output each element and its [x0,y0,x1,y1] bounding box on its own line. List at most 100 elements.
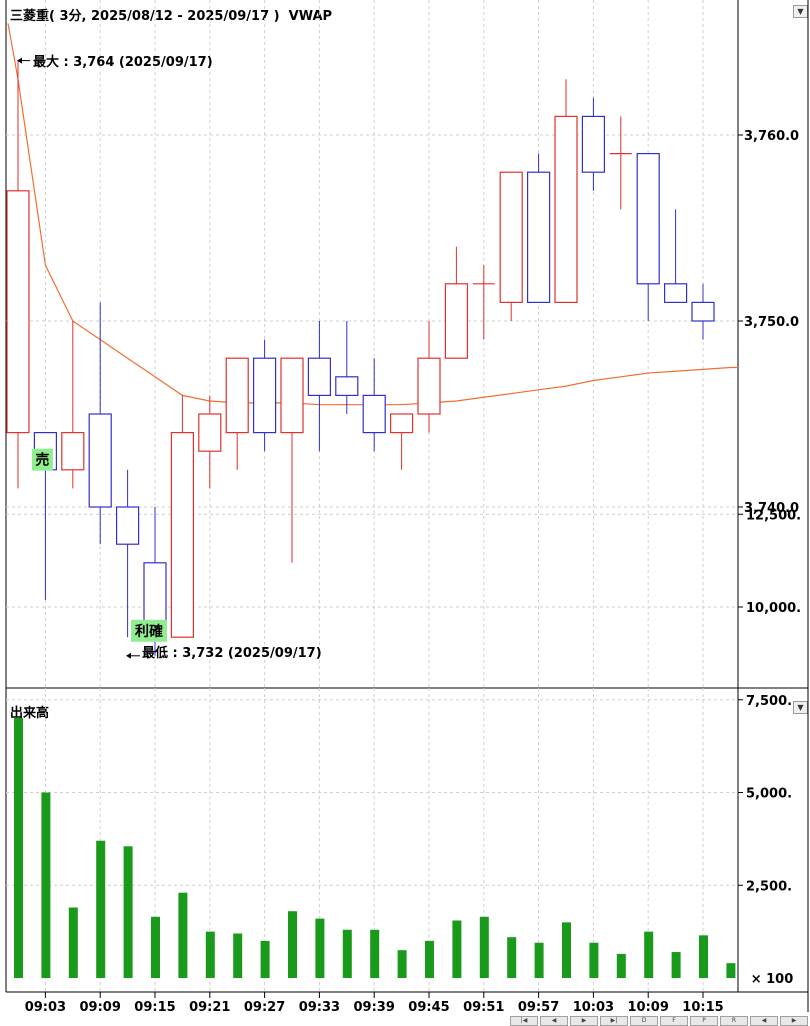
time-tick-label: 09:45 [408,1000,449,1015]
volume-tick-label: 10,000. [746,601,801,616]
candle-body [390,413,414,434]
nav-last-button[interactable]: ▶| [600,1016,628,1026]
time-tick-label: 09:15 [134,1000,175,1015]
time-tick-label: 09:27 [244,1000,285,1015]
chart-navigation-strip[interactable]: |◀ ◀ ▶ ▶| D F P R ◀ ▶ [510,1016,808,1026]
candle-body [499,171,523,303]
candle-up [280,357,304,563]
vwap-line [7,23,738,406]
time-tick-label: 10:09 [628,1000,669,1015]
nav-zoom-out-button[interactable]: ▶ [780,1016,808,1026]
candle-body [225,357,249,434]
candle-up [390,413,414,470]
candle-down [663,209,688,303]
min-price-arrowhead [126,652,131,659]
time-tick-label: 09:03 [25,1000,66,1015]
time-tick-label: 09:33 [299,1000,340,1015]
vwap-line-layer [7,23,738,406]
volume-bar [507,937,517,978]
volume-bar [726,963,736,978]
nav-f-button[interactable]: F [660,1016,688,1026]
volume-bar [315,918,325,978]
candle-down [362,358,386,452]
volume-tick-label: 5,000. [746,787,792,802]
candle-body [61,432,85,471]
volume-bar [644,931,654,978]
signal-label: 売 [35,452,49,469]
candle-body [115,506,140,545]
candle-body [663,283,688,303]
candle-body [253,357,277,434]
candle-up [198,395,222,489]
candle-up [444,246,468,359]
volume-bar [562,922,571,978]
candle-body [88,413,112,508]
volume-bar [260,940,270,978]
nav-p-button[interactable]: P [690,1016,718,1026]
candle-down [307,321,331,452]
volume-bar [425,940,434,978]
trade-signal-sell: 売 [31,448,53,471]
candle-body [636,153,660,285]
time-tick-label: 10:03 [573,1000,614,1015]
nav-prev-button[interactable]: ◀ [540,1016,568,1026]
time-tick-label: 09:57 [518,1000,559,1015]
candle-up [6,60,30,489]
volume-bar [616,953,626,978]
candle-body [417,357,441,415]
candle-body [691,301,715,322]
candle-up [554,79,578,304]
time-axis-labels: 09:03 09:09 09:15 09:21 09:27 09:33 09:39 09:45… [25,992,724,1015]
candle-body [6,190,30,434]
volume-axis-labels: 2,500. 5,000. 7,500. 10,000. 12,500. [746,508,801,894]
volume-bar [178,892,188,978]
annotations-layer: 最大 : 3,764 (2025/09/17) 最低 : 3,732 (2025… [17,54,322,661]
price-axis-labels: 3,740.03,750.03,760.0 [744,129,799,516]
volume-bar [370,929,380,978]
volume-bar [205,931,215,978]
nav-first-button[interactable]: |◀ [510,1016,538,1026]
candle-body [526,171,551,303]
candle-down [335,321,359,414]
candle-down [115,469,140,638]
candle-body [198,413,222,452]
volume-bar [534,942,544,978]
candle-down [581,97,606,191]
nav-next-button[interactable]: ▶ [570,1016,598,1026]
nav-zoom-in-button[interactable]: ◀ [750,1016,778,1026]
volume-gridlines [6,513,743,886]
volume-bar [452,920,462,978]
candle-up [417,321,441,433]
min-price-annotation: 最低 : 3,732 (2025/09/17) [142,645,322,661]
time-tick-label: 09:09 [80,1000,121,1015]
candle-body [170,432,194,638]
volume-bar [397,950,407,978]
nav-d-button[interactable]: D [630,1016,658,1026]
volume-bar [68,907,78,978]
candle-body [554,115,578,304]
candles-layer [6,60,715,656]
volume-tick-label: 7,500. [746,694,792,709]
chart-canvas: 3,740.03,750.03,760.0 2,500. 5,000. 7,500.… [5,0,809,1015]
nav-r-button[interactable]: R [720,1016,748,1026]
volume-bar [123,846,133,978]
time-tick-label: 09:39 [354,1000,395,1015]
candle-down [88,302,112,545]
candle-down [636,153,660,321]
volume-bar [342,929,352,978]
volume-tick-label: 2,500. [746,879,792,894]
candle-body [307,357,331,397]
volume-bar [699,935,708,978]
candle-down [691,283,715,340]
candle-up [170,395,194,638]
volume-bar [479,916,489,978]
max-price-annotation: 最大 : 3,764 (2025/09/17) [33,54,213,70]
candle-down [253,339,277,452]
volume-bar [14,718,23,978]
price-tick-label: 3,750.0 [744,315,799,330]
signal-label: 利確 [135,623,163,640]
candle-down [526,153,551,303]
volume-multiplier-label: × 100 [751,972,794,987]
candle-body [581,115,606,173]
volume-tick-label: 12,500. [746,508,801,523]
